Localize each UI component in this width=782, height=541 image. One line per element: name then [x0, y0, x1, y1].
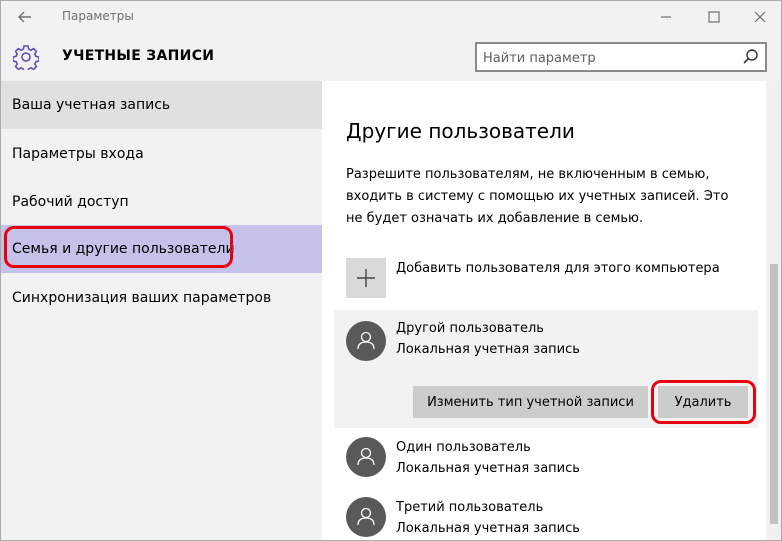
minimize-icon[interactable] [653, 5, 679, 29]
content-scrollbar[interactable] [766, 81, 781, 540]
back-arrow-icon[interactable] [15, 7, 35, 27]
sidebar-item-your-account[interactable]: Ваша учетная запись [1, 81, 322, 129]
settings-header: УЧЕТНЫЕ ЗАПИСИ [1, 33, 781, 81]
add-user-label[interactable]: Добавить пользователя для этого компьюте… [396, 261, 720, 276]
user-item[interactable]: Третий пользователь Локальная учетная за… [334, 490, 758, 540]
highlight-frame-delete [651, 380, 756, 424]
title-bar: Параметры [1, 1, 781, 33]
close-icon[interactable] [747, 5, 773, 29]
user-avatar-icon [346, 497, 386, 537]
window-title: Параметры [62, 9, 134, 23]
page-title: Другие пользователи [346, 119, 575, 143]
user-account-type: Локальная учетная запись [396, 521, 580, 536]
plus-icon [357, 269, 375, 287]
user-item[interactable]: Один пользователь Локальная учетная запи… [334, 430, 758, 486]
maximize-icon[interactable] [701, 5, 727, 29]
user-item-expanded[interactable]: Другой пользователь Локальная учетная за… [334, 310, 758, 428]
user-account-type: Локальная учетная запись [396, 461, 580, 476]
add-user-button[interactable] [346, 258, 386, 298]
change-account-type-button[interactable]: Изменить тип учетной записи [413, 386, 648, 418]
main-content: Другие пользователи Разрешите пользовате… [322, 81, 766, 540]
scrollbar-thumb[interactable] [770, 264, 778, 524]
highlight-frame-family [4, 226, 233, 268]
search-input[interactable] [483, 48, 723, 68]
user-avatar-icon [346, 437, 386, 477]
user-name: Третий пользователь [396, 500, 544, 515]
settings-window: Параметры УЧЕТНЫЕ ЗАПИСИ Найти параметр … [0, 0, 782, 541]
sidebar-item-work-access[interactable]: Рабочий доступ [1, 178, 322, 226]
sidebar-item-sign-in-options[interactable]: Параметры входа [1, 130, 322, 178]
user-name: Другой пользователь [396, 321, 544, 336]
sidebar-item-sync-settings[interactable]: Синхронизация ваших параметров [1, 274, 322, 322]
user-avatar-icon [346, 321, 386, 361]
user-account-type: Локальная учетная запись [396, 342, 580, 357]
search-icon[interactable] [737, 44, 765, 70]
search-box[interactable] [475, 42, 767, 72]
gear-icon [12, 44, 40, 73]
page-description: Разрешите пользователям, не включенным в… [346, 167, 729, 226]
section-title: УЧЕТНЫЕ ЗАПИСИ [62, 48, 215, 64]
sidebar: Ваша учетная запись Параметры входа Рабо… [1, 81, 322, 540]
user-name: Один пользователь [396, 440, 531, 455]
